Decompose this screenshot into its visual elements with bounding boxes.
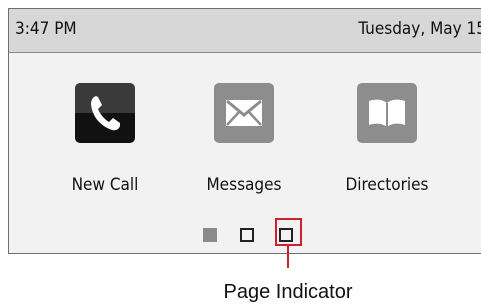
app-messages[interactable]: Messages [184, 83, 304, 213]
phone-screen-figure: 3:47 PM Tuesday, May 15 New Call Message… [0, 0, 481, 308]
app-directories[interactable]: Directories [327, 83, 447, 213]
open-book-icon [357, 83, 417, 143]
callout-label: Page Indicator [223, 281, 353, 303]
envelope-icon [214, 83, 274, 143]
phone-display: 3:47 PM Tuesday, May 15 New Call Message… [8, 8, 481, 254]
app-label-messages: Messages [206, 175, 282, 195]
app-label-new-call: New Call [71, 175, 139, 195]
callout-line [287, 246, 289, 268]
app-new-call[interactable]: New Call [45, 83, 165, 213]
app-label-directories: Directories [345, 175, 429, 195]
page-dot-current[interactable] [203, 228, 217, 242]
status-bar: 3:47 PM Tuesday, May 15 [9, 9, 481, 53]
page-dot-2[interactable] [240, 228, 254, 242]
page-indicator [9, 225, 481, 245]
page-indicator-highlight-box [275, 218, 302, 246]
app-grid: New Call Messages Directories [9, 83, 481, 213]
status-date: Tuesday, May 15 [358, 19, 481, 39]
status-time: 3:47 PM [15, 19, 77, 39]
phone-handset-icon [75, 83, 135, 143]
